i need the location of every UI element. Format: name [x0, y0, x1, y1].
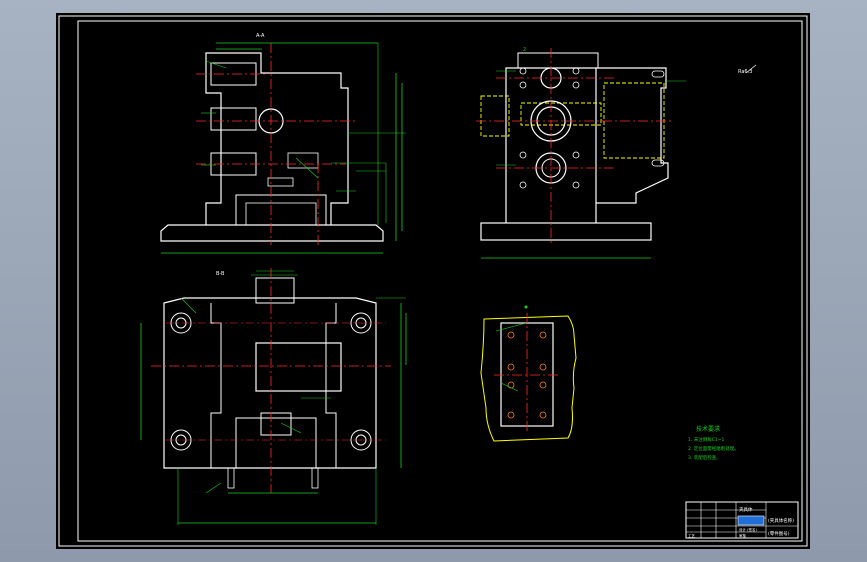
title-drawing-number: (零件图号) [768, 530, 790, 537]
title-row-label: 设计 (签名) [739, 527, 757, 532]
title-highlight-cell [737, 515, 765, 526]
tech-req-heading: 技术要求 [696, 425, 720, 433]
detail-view [480, 305, 577, 442]
tech-req-item: 2. 定位面需经磨削处理。 [688, 445, 739, 452]
section-label-aa: A-A [256, 33, 265, 39]
title-block: 夹具体 (夹具体名称) (零件图号) 设计 (签名) 审核 工艺 [685, 501, 799, 539]
side-view-marker: 2 [523, 47, 526, 53]
sheet-outer-border [58, 15, 808, 547]
top-view: B-B [140, 268, 407, 525]
roughness-symbol: Ra6.3 [738, 69, 752, 75]
title-row-label: 审核 [739, 533, 747, 538]
cad-viewport[interactable]: A-A Ra6.3 B-B 技术要求 1. 未注倒角C1~1 2. 定位面需经磨… [56, 13, 810, 549]
title-designation: 夹具体 [739, 506, 753, 513]
tech-req-item: 1. 未注倒角C1~1 [688, 436, 724, 443]
title-drawing-name: (夹具体名称) [768, 517, 794, 524]
technical-requirements: 技术要求 1. 未注倒角C1~1 2. 定位面需经磨削处理。 3. 装配后检查。 [688, 425, 739, 461]
engineering-drawing: A-A Ra6.3 B-B 技术要求 1. 未注倒角C1~1 2. 定位面需经磨… [58, 15, 808, 547]
front-view: A-A [160, 33, 406, 254]
tech-req-item: 3. 装配后检查。 [688, 454, 721, 461]
side-view: Ra6.3 [476, 48, 757, 259]
section-label-bb: B-B [216, 271, 225, 277]
title-row-label: 工艺 [688, 533, 696, 538]
sheet-inner-frame [77, 20, 803, 542]
